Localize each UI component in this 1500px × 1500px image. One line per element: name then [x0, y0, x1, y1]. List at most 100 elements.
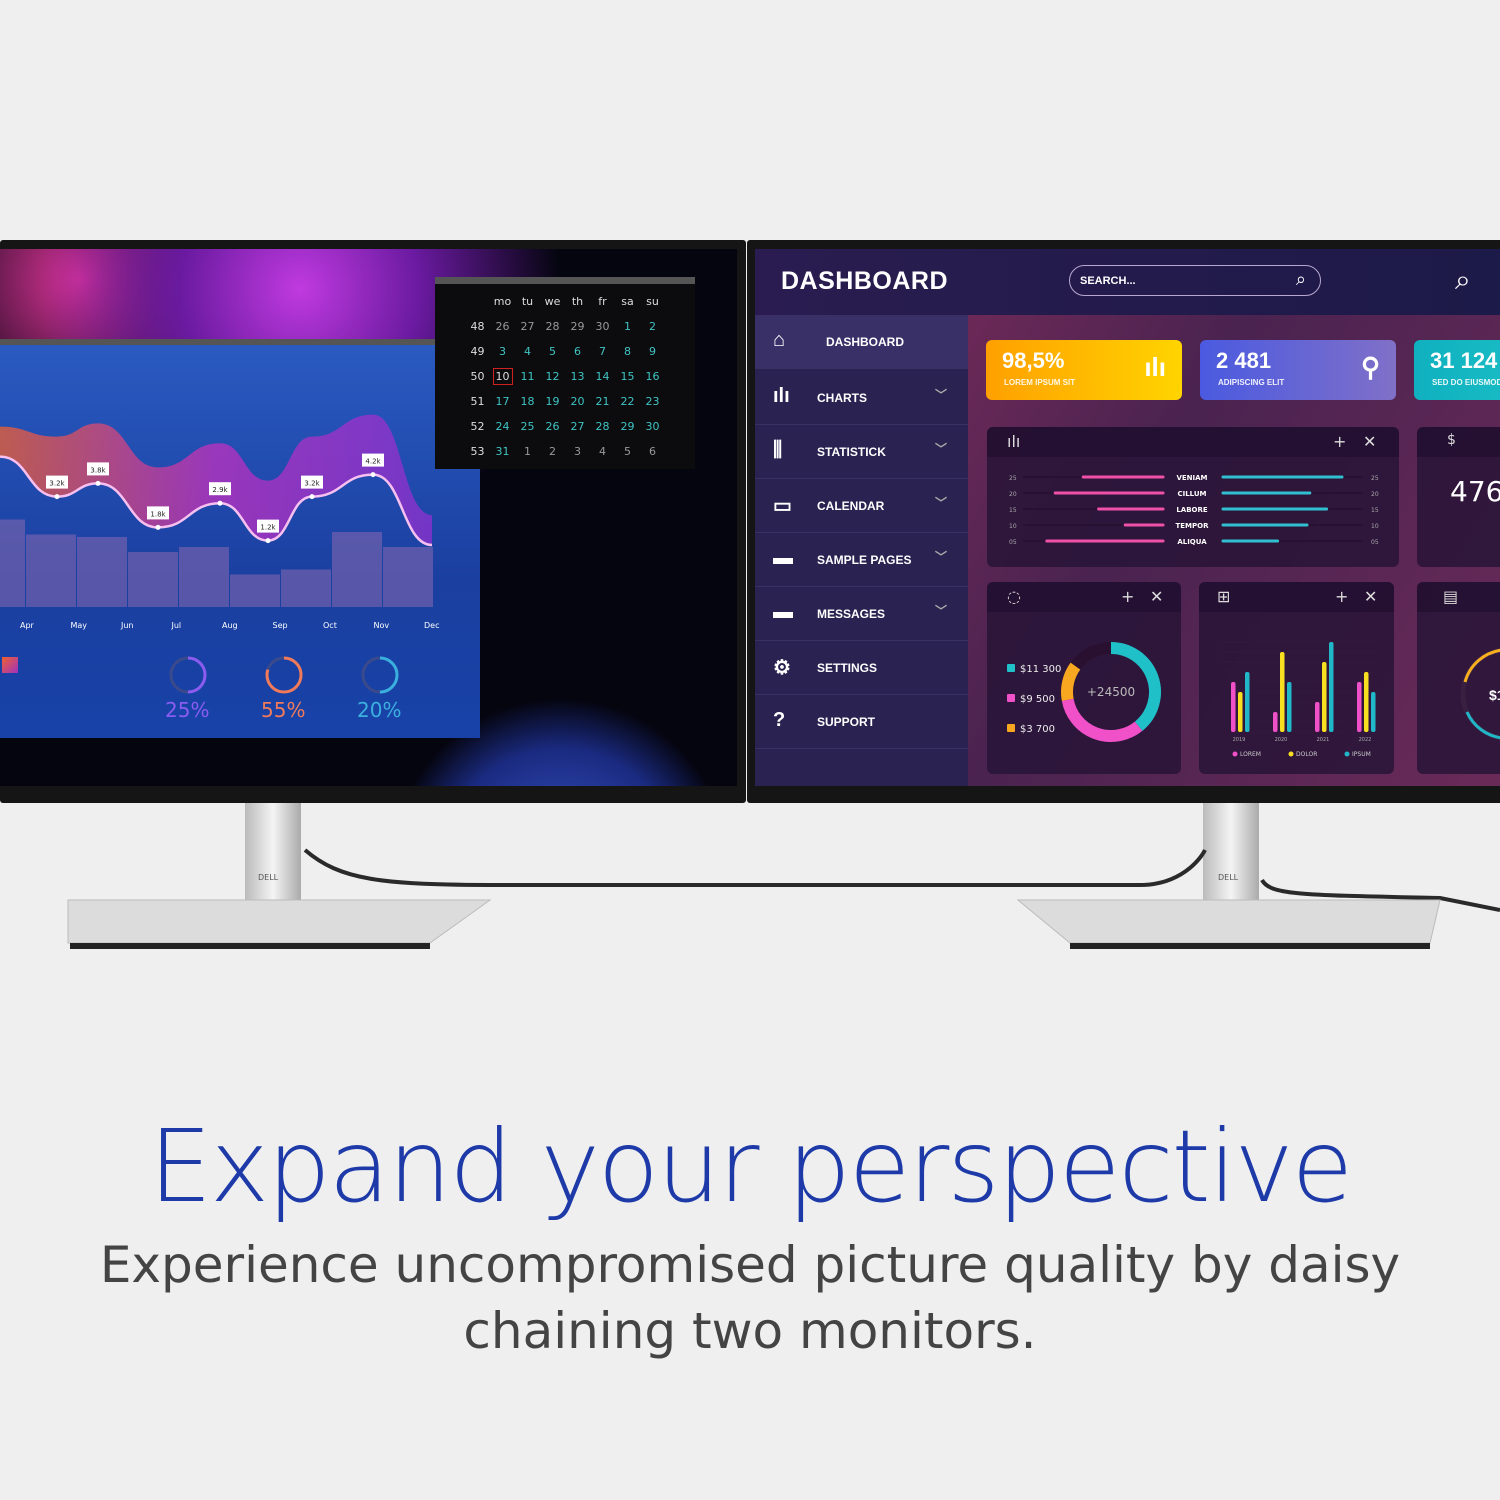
calendar-day[interactable]: 15	[615, 364, 640, 389]
calendar-day[interactable]: 30	[590, 314, 615, 339]
legend-label: $3 700	[1020, 724, 1055, 735]
calendar-day[interactable]: 12	[540, 364, 565, 389]
sidebar-item-charts[interactable]: ılı CHARTS ﹀	[755, 371, 968, 425]
legend-dot	[1288, 751, 1294, 757]
sidebar-item-sample-pages[interactable]: ▬ SAMPLE PAGES ﹀	[755, 533, 968, 587]
x-tick-label: May	[70, 621, 88, 630]
chevron-down-icon[interactable]: ﹀	[935, 440, 947, 457]
calendar-day[interactable]: 6	[565, 339, 590, 364]
stat-card[interactable]: 98,5% LOREM IPSUM SIT ılı	[986, 340, 1182, 400]
close-icon[interactable]: ✕	[1150, 587, 1163, 606]
area-chart-panel: 3.2k 3.8k 1.8k 2.9k 1.2k 3.2k 4.2k Apr May Jun Ju…	[0, 345, 480, 738]
chevron-down-icon[interactable]: ﹀	[935, 602, 947, 619]
search-icon[interactable]: ⌕	[1296, 269, 1306, 290]
sidebar-item-label: MESSAGES	[817, 607, 886, 621]
calendar-day[interactable]: 1	[515, 439, 540, 464]
close-icon[interactable]: ✕	[1363, 432, 1376, 451]
search-input[interactable]: SEARCH... ⌕	[1069, 265, 1321, 296]
chat-icon: ◌	[1007, 587, 1021, 606]
calendar-day[interactable]: 16	[640, 364, 665, 389]
document-icon: ▤	[1443, 587, 1459, 606]
legend-label: DOLOR	[1296, 751, 1317, 758]
calendar-day[interactable]: 17	[490, 389, 515, 414]
calendar-day[interactable]: 30	[640, 414, 665, 439]
calendar-day[interactable]: 20	[565, 389, 590, 414]
header-search-icon[interactable]: ⌕	[1455, 263, 1471, 297]
calendar-day[interactable]: 2	[540, 439, 565, 464]
calendar-day-today[interactable]: 10	[490, 364, 515, 389]
sidebar-item-statistick[interactable]: ⫼ STATISTICK ﹀	[755, 425, 968, 479]
day-number: 28	[595, 420, 610, 433]
card-value: 2 481	[1216, 348, 1272, 373]
add-icon[interactable]: +	[1335, 587, 1348, 606]
week-number: 49	[470, 345, 485, 358]
calendar-day[interactable]: 4	[515, 339, 540, 364]
legend-dot	[1232, 751, 1238, 757]
legend-swatch	[1007, 664, 1015, 672]
calendar-day[interactable]: 24	[490, 414, 515, 439]
calendar-day[interactable]: 18	[515, 389, 540, 414]
bar-category-label: CILLUM	[1177, 490, 1206, 498]
background-bar	[128, 552, 178, 607]
calendar-day[interactable]: 5	[615, 439, 640, 464]
bar-chart-icon: ılı	[773, 385, 790, 407]
stat-card[interactable]: 31 124 SED DO EIUSMOD	[1414, 340, 1500, 400]
chevron-down-icon[interactable]: ﹀	[935, 386, 947, 403]
sidebar-item-settings[interactable]: ⚙ SETTINGS	[755, 641, 968, 695]
calendar-day[interactable]: 8	[615, 339, 640, 364]
calendar-day[interactable]: 3	[565, 439, 590, 464]
calendar-day[interactable]: 29	[615, 414, 640, 439]
background-bar	[0, 519, 25, 607]
weekday-label: th	[571, 295, 584, 308]
calendar-day[interactable]: 3	[490, 339, 515, 364]
background-bar	[26, 534, 76, 607]
calendar-day[interactable]: 7	[590, 339, 615, 364]
calendar-day[interactable]: 27	[515, 314, 540, 339]
sidebar-item-support[interactable]: ? SUPPORT	[755, 695, 968, 749]
column-chart: 2019 2020 2021 2022 LOREM DOLOR IPSUM	[1221, 641, 1379, 758]
day-number: 2	[649, 320, 656, 333]
close-icon[interactable]: ✕	[1364, 587, 1377, 606]
chevron-down-icon[interactable]: ﹀	[935, 548, 947, 565]
sidebar-item-dashboard[interactable]: ⌂ DASHBOARD	[755, 315, 968, 369]
sidebar-item-label: DASHBOARD	[826, 335, 904, 349]
y-tick-left: 05	[1009, 539, 1017, 546]
calendar-day[interactable]: 13	[565, 364, 590, 389]
calendar-day[interactable]: 29	[565, 314, 590, 339]
calendar-day[interactable]: 1	[615, 314, 640, 339]
sidebar-item-messages[interactable]: ▬ MESSAGES ﹀	[755, 587, 968, 641]
calendar-day[interactable]: 22	[615, 389, 640, 414]
day-number: 14	[595, 370, 610, 383]
add-icon[interactable]: +	[1121, 587, 1134, 606]
calendar-day[interactable]: 23	[640, 389, 665, 414]
calendar-day[interactable]: 19	[540, 389, 565, 414]
calendar-day[interactable]: 14	[590, 364, 615, 389]
calendar-day[interactable]: 2	[640, 314, 665, 339]
calendar-day[interactable]: 11	[515, 364, 540, 389]
sidebar-item-calendar[interactable]: ▭ CALENDAR ﹀	[755, 479, 968, 533]
calendar-window: mo tu we th fr sa su 48 26 27 28 29 30 1 2 49 3 4 5 6 7 8 9 50 1…	[435, 277, 695, 469]
stat-card[interactable]: 2 481 ADIPISCING ELIT ⚲	[1200, 340, 1396, 400]
data-label: 1.2k	[260, 524, 276, 532]
x-tick-label: Jun	[121, 621, 134, 630]
x-tick-label: Aug	[222, 621, 238, 630]
calendar-day[interactable]: 5	[540, 339, 565, 364]
calendar-day[interactable]: 31	[490, 439, 515, 464]
calendar-day[interactable]: 25	[515, 414, 540, 439]
calendar-day[interactable]: 26	[490, 314, 515, 339]
calendar-day[interactable]: 26	[540, 414, 565, 439]
calendar-day[interactable]: 21	[590, 389, 615, 414]
chevron-down-icon[interactable]: ﹀	[935, 494, 947, 511]
calendar-day[interactable]: 4	[590, 439, 615, 464]
search-placeholder: SEARCH...	[1080, 275, 1136, 287]
column-bar	[1329, 642, 1334, 732]
add-icon[interactable]: +	[1333, 432, 1346, 451]
calendar-titlebar	[435, 277, 695, 284]
background-bar	[281, 569, 331, 607]
calendar-day[interactable]: 28	[590, 414, 615, 439]
calendar-day[interactable]: 27	[565, 414, 590, 439]
calendar-day[interactable]: 28	[540, 314, 565, 339]
calendar-day[interactable]: 9	[640, 339, 665, 364]
bar-category-label: LABORE	[1176, 506, 1208, 514]
calendar-day[interactable]: 6	[640, 439, 665, 464]
